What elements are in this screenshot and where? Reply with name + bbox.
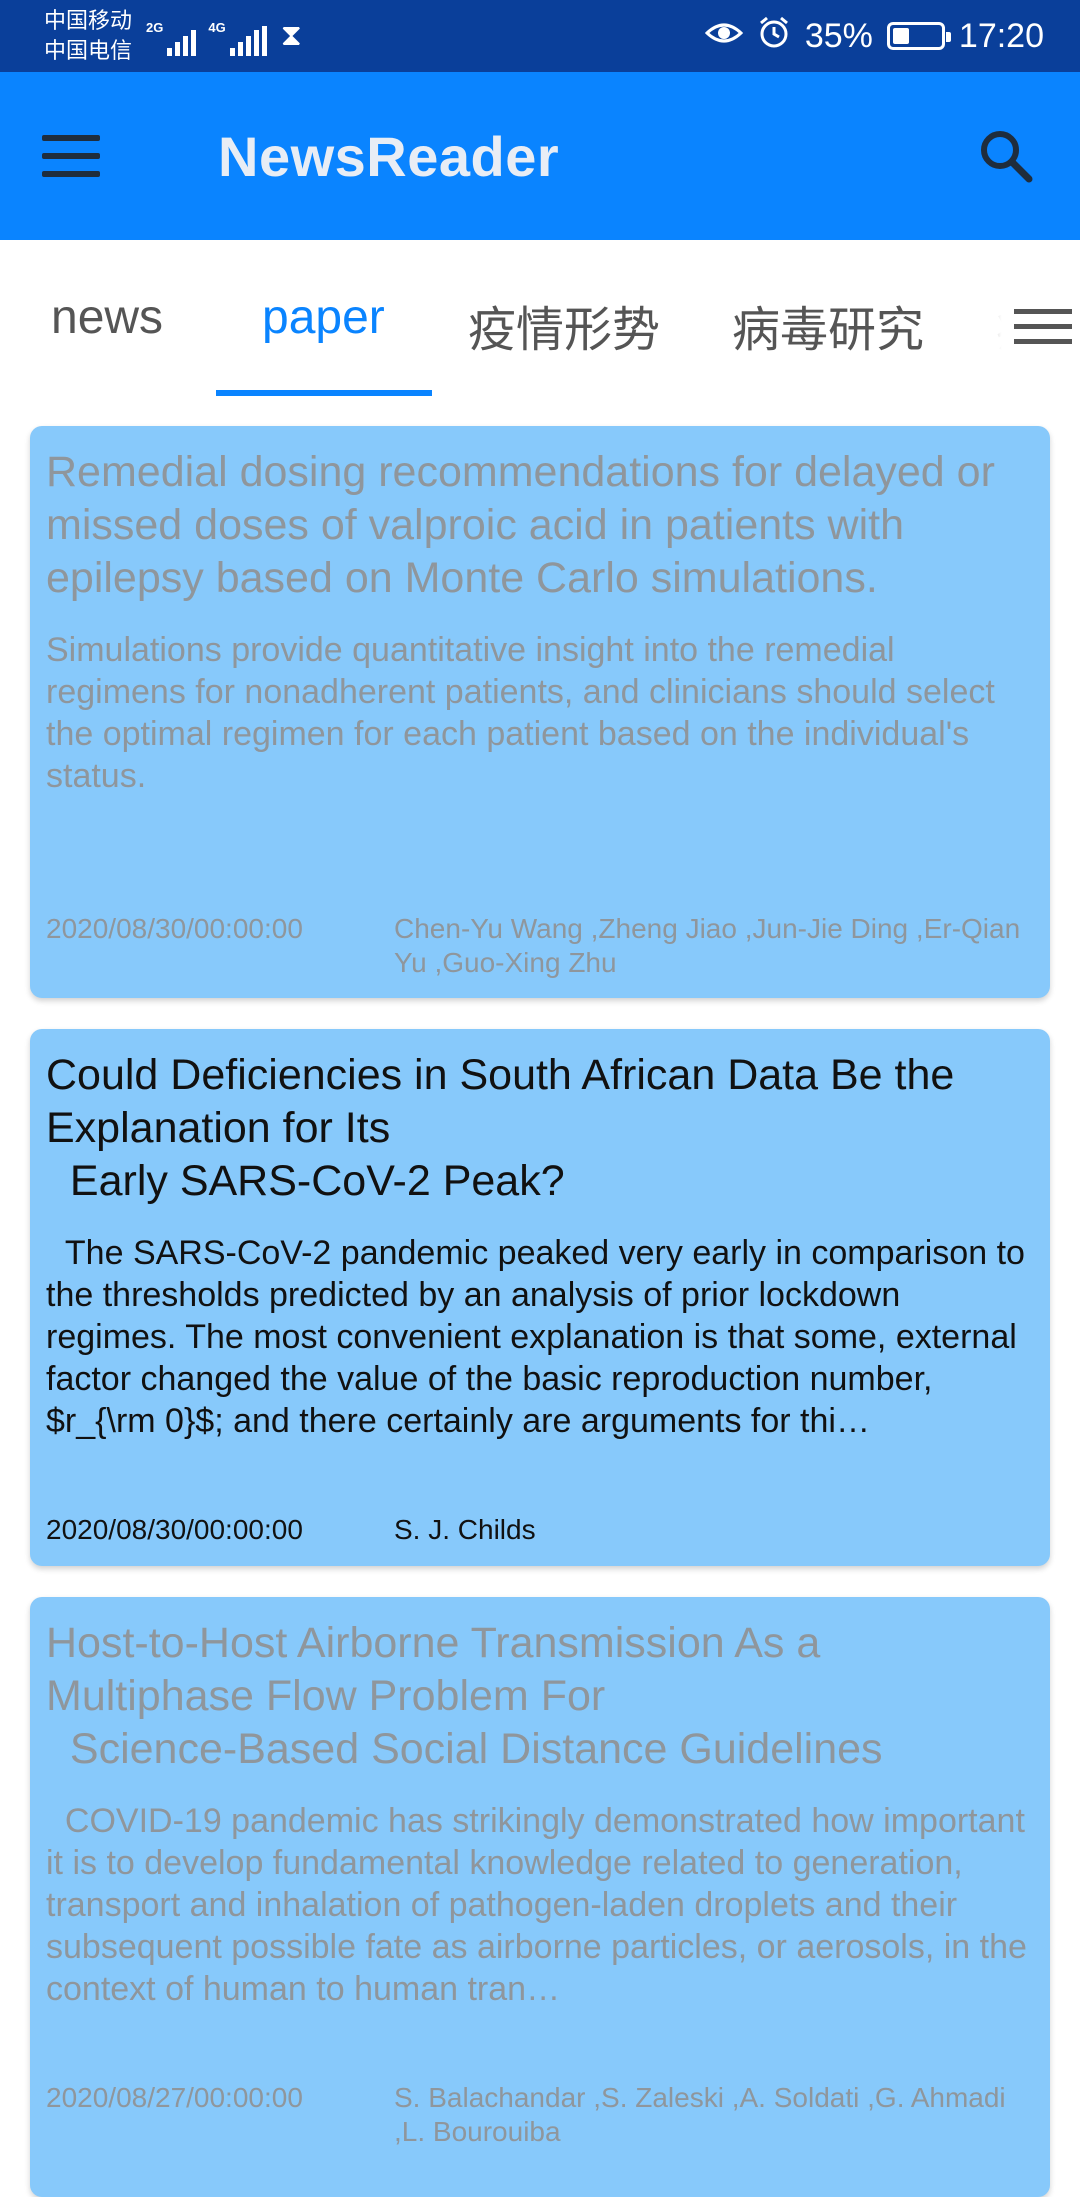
card-meta: 2020/08/27/00:00:00 S. Balachandar ,S. Z… (46, 2081, 1042, 2149)
signal-icon: 2G 4G (146, 16, 267, 56)
hourglass-icon: ⧗ (280, 19, 302, 52)
carrier-1: 中国移动 (44, 8, 133, 33)
news-card[interactable]: Remedial dosing recommendations for dela… (30, 426, 1050, 998)
carrier-2: 中国电信 (44, 38, 133, 63)
card-authors: S. J. Childs (394, 1514, 536, 1545)
battery-level (892, 28, 909, 44)
tab-news[interactable]: news (51, 290, 163, 380)
tab-epidemic-situation[interactable]: 疫情形势 (468, 290, 660, 380)
menu-icon[interactable] (42, 114, 126, 198)
card-date: 2020/08/27/00:00:00 (46, 2082, 303, 2113)
battery-percent: 35% (804, 16, 873, 55)
battery-icon (886, 22, 951, 50)
news-card[interactable]: Host-to-Host Airborne Transmission As a … (30, 1597, 1050, 2197)
app-title: NewsReader (218, 124, 560, 188)
category-tabs: news paper 疫情形势 病毒研究 疫 (0, 240, 1080, 400)
signal-bars-2 (229, 26, 267, 56)
carrier-names: 中国移动 中国电信 (44, 6, 132, 66)
clock: 17:20 (958, 16, 1044, 55)
card-abstract: Simulations provide quantitative insight… (46, 631, 1005, 795)
card-meta: 2020/08/30/00:00:00 Chen-Yu Wang ,Zheng … (46, 912, 1042, 980)
card-title: Remedial dosing recommendations for dela… (46, 448, 1007, 602)
card-authors: S. Balachandar ,S. Zaleski ,A. Soldati ,… (394, 2082, 1006, 2147)
signal-bars-1 (167, 26, 197, 56)
more-list-icon[interactable] (968, 276, 1080, 376)
status-bar: 中国移动 中国电信 2G 4G ⧗ 35% 17:20 (0, 0, 1080, 72)
card-date: 2020/08/30/00:00:00 (46, 913, 303, 944)
card-authors: Chen-Yu Wang ,Zheng Jiao ,Jun-Jie Ding ,… (394, 913, 1021, 978)
news-card[interactable]: Could Deficiencies in South African Data… (30, 1029, 1050, 1566)
status-right: 35% 17:20 (704, 15, 1044, 58)
alarm-icon (757, 15, 791, 58)
network-type-2: 4G (208, 20, 226, 35)
card-abstract: COVID-19 pandemic has strikingly demonst… (46, 1802, 1027, 2008)
card-meta: 2020/08/30/00:00:00 S. J. Childs (46, 1513, 1042, 1547)
card-date: 2020/08/30/00:00:00 (46, 1514, 303, 1545)
search-icon[interactable] (966, 116, 1046, 196)
network-type-1: 2G (146, 20, 164, 35)
card-title: Host-to-Host Airborne Transmission As a … (46, 1619, 883, 1773)
tab-paper[interactable]: paper (262, 290, 385, 380)
card-title: Could Deficiencies in South African Data… (46, 1051, 955, 1205)
app-bar: NewsReader (0, 72, 1080, 240)
card-abstract: The SARS-CoV-2 pandemic peaked very earl… (46, 1234, 1034, 1440)
eye-icon (704, 17, 744, 56)
active-tab-indicator (216, 390, 432, 396)
tab-virus-research[interactable]: 病毒研究 (732, 290, 924, 380)
